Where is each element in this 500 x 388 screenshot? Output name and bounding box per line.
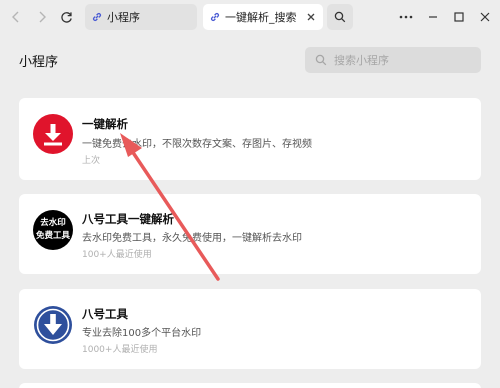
minimize-button[interactable] [424, 8, 442, 26]
app-card-bahao-gongju[interactable]: 八号工具 专业去除100多个平台水印 1000+人最近使用 [19, 289, 481, 369]
refresh-button[interactable] [56, 7, 76, 27]
forward-button[interactable] [32, 7, 52, 27]
link-icon [210, 12, 220, 22]
search-box[interactable] [305, 47, 481, 73]
page-title: 小程序 [19, 55, 59, 70]
app-icon [33, 114, 73, 154]
arrow-down-icon [34, 306, 72, 344]
app-name: 八号工具一键解析 [82, 212, 174, 226]
search-tab-button[interactable] [327, 4, 353, 30]
title-bar: 小程序 一键解析_搜索 [0, 0, 500, 34]
close-icon [480, 12, 490, 22]
app-card-bahao-yijian-jiexi[interactable]: 去水印 免费工具 八号工具一键解析 去水印免费工具，永久免费使用，一键解析去水印… [19, 194, 481, 274]
close-icon[interactable] [304, 10, 318, 24]
app-description: 专业去除100多个平台水印 [82, 328, 202, 339]
link-icon [92, 12, 102, 22]
back-button[interactable] [6, 7, 26, 27]
tab-search-results[interactable]: 一键解析_搜索 [203, 4, 323, 30]
app-usage: 1000+人最近使用 [82, 345, 158, 355]
maximize-button[interactable] [450, 8, 468, 26]
app-card-yijian-jiexi[interactable]: 一键解析 一键免费去水印，不限次数存文案、存图片、存视频 上次 [19, 98, 481, 180]
chevron-right-icon [39, 11, 46, 23]
app-usage: 100+人最近使用 [82, 250, 152, 260]
tab-mini-programs[interactable]: 小程序 [85, 4, 197, 30]
refresh-icon [60, 11, 72, 23]
more-button[interactable] [397, 8, 415, 26]
search-icon [315, 54, 327, 66]
maximize-icon [454, 12, 464, 22]
chevron-left-icon [12, 11, 19, 23]
download-icon [44, 124, 62, 146]
app-description: 一键免费去水印，不限次数存文案、存图片、存视频 [82, 139, 312, 150]
app-name: 八号工具 [82, 307, 128, 321]
app-description: 去水印免费工具，永久免费使用，一键解析去水印 [82, 233, 302, 244]
app-icon [33, 305, 73, 345]
app-usage: 上次 [82, 156, 101, 166]
more-icon [399, 15, 413, 19]
tab-label: 小程序 [107, 11, 140, 24]
app-icon-text: 去水印 [40, 218, 66, 228]
app-icon-text: 免费工具 [35, 231, 70, 241]
search-icon [334, 11, 346, 23]
minimize-icon [429, 16, 437, 18]
app-icon: 去水印 免费工具 [33, 210, 73, 250]
search-input[interactable] [334, 53, 474, 67]
tab-label: 一键解析_搜索 [225, 11, 297, 24]
app-card-partial[interactable] [19, 383, 481, 388]
app-name: 一键解析 [82, 117, 128, 131]
close-window-button[interactable] [476, 8, 494, 26]
